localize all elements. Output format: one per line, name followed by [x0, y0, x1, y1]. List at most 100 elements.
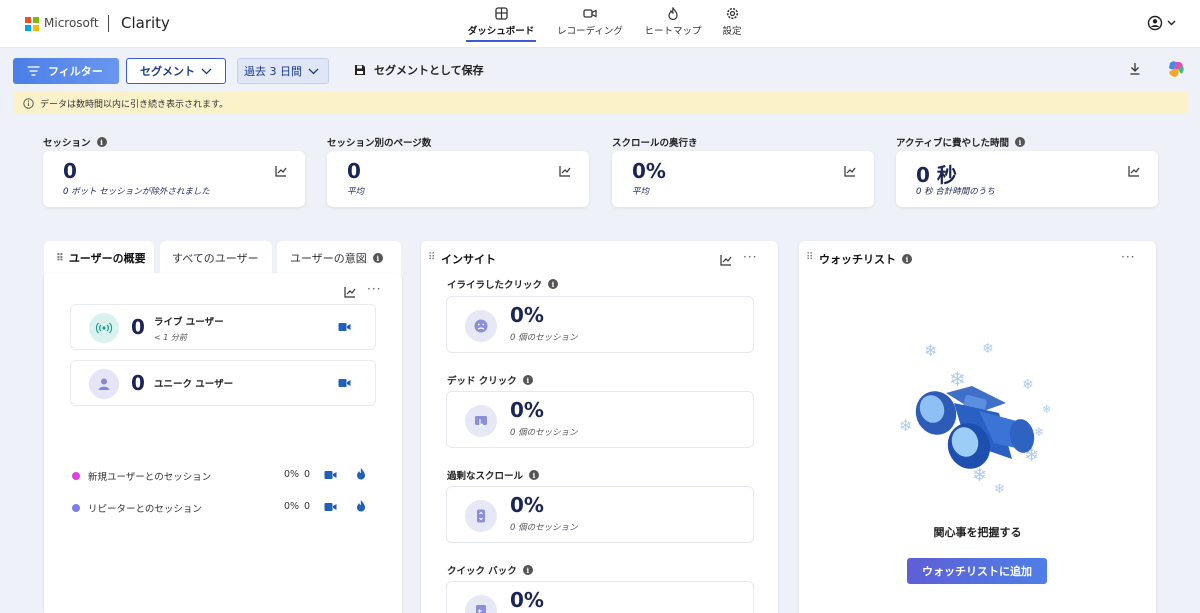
chart-icon[interactable] [559, 165, 571, 177]
more-options-icon[interactable]: ··· [1121, 250, 1135, 264]
brand-divider [108, 15, 109, 32]
date-range-dropdown[interactable]: 過去 3 日間 [237, 58, 329, 84]
insight-card-rage-clicks[interactable]: 0% 0 個のセッション [446, 296, 754, 353]
nav-dashboard-label: ダッシュボード [467, 26, 535, 37]
more-options-icon[interactable]: ··· [367, 282, 381, 296]
row-count: 0 [304, 501, 311, 512]
watchlist-title: ウォッチリスト [819, 253, 896, 266]
drag-handle-icon[interactable]: ⠿ [428, 252, 435, 263]
scroll-icon [465, 500, 497, 532]
svg-text:❄: ❄ [1022, 377, 1034, 393]
nav-dashboard[interactable]: ダッシュボード [466, 7, 536, 42]
account-menu[interactable] [1147, 15, 1177, 34]
save-segment-button[interactable]: セグメントとして保存 [354, 62, 484, 78]
download-button[interactable] [1129, 62, 1141, 78]
company-name: Microsoft [44, 16, 99, 30]
top-bar: Microsoft Clarity ダッシュボード レコーディング ヒートマップ… [0, 0, 1200, 48]
info-icon[interactable]: i [372, 253, 383, 263]
app-name: Clarity [121, 14, 170, 32]
gear-icon [726, 7, 738, 20]
insight-sub: 0 個のセッション [510, 428, 578, 438]
svg-text:❄: ❄ [924, 341, 937, 360]
info-icon[interactable]: i [548, 279, 559, 289]
chart-icon[interactable] [275, 165, 287, 177]
info-banner: データは数時間以内に引き続き表示されます。 [13, 92, 1187, 114]
stat-card-active-time: 0 秒 0 秒 合計時間のうち [896, 151, 1158, 207]
svg-text:❄: ❄ [1042, 403, 1051, 416]
stat-card-sessions: 0 0 ボット セッションが除外されました [43, 151, 305, 207]
stat-value: 0 [63, 159, 77, 183]
insight-card-excessive-scroll[interactable]: 0% 0 個のセッション [446, 486, 754, 543]
copilot-icon[interactable] [1166, 59, 1186, 79]
stat-card-pages-per-session: 0 平均 [327, 151, 589, 207]
segment-label: セグメント [140, 65, 195, 78]
insight-value: 0% [510, 398, 544, 422]
row-label: リピーターとのセッション [88, 504, 202, 515]
video-icon[interactable] [324, 470, 337, 480]
svg-text:❄: ❄ [899, 416, 912, 435]
nav-recordings-label: レコーディング [557, 26, 623, 37]
insight-sub: 0 個のセッション [510, 333, 578, 343]
info-icon[interactable]: i [1014, 137, 1025, 147]
chart-icon[interactable] [344, 286, 356, 298]
insight-label-quick-back: クイック バック i [447, 563, 533, 577]
drag-handle-icon[interactable]: ⠿ [56, 253, 64, 264]
drag-handle-icon[interactable]: ⠿ [806, 252, 813, 263]
chevron-down-icon [308, 68, 319, 74]
chevron-down-icon [201, 68, 212, 74]
live-users-value: 0 [131, 315, 145, 339]
unique-users-card: 0 ユニーク ユーザー [70, 360, 376, 406]
row-pct: 0% [284, 469, 300, 480]
banner-text: データは数時間以内に引き続き表示されます。 [40, 99, 229, 110]
stat-subtext: 0 ボット セッションが除外されました [63, 187, 210, 197]
add-to-watchlist-button[interactable]: ウォッチリストに追加 [907, 558, 1047, 584]
person-icon [89, 369, 119, 399]
nav-settings[interactable]: 設定 [719, 7, 745, 37]
row-count: 0 [304, 469, 311, 480]
insight-card-quick-back[interactable]: 0% [446, 581, 754, 613]
more-options-icon[interactable]: ··· [743, 250, 757, 264]
info-icon[interactable]: i [96, 137, 107, 147]
info-icon[interactable]: i [529, 470, 540, 480]
tab-all-users[interactable]: すべてのユーザー [160, 241, 272, 275]
flame-icon[interactable] [356, 499, 366, 512]
insight-sub: 0 個のセッション [510, 523, 578, 533]
insight-value: 0% [510, 588, 544, 612]
stat-subtext: 平均 [347, 187, 365, 197]
stat-label-active-time: アクティブに費やした時間 i [896, 135, 1025, 149]
save-icon [355, 65, 365, 75]
info-icon[interactable]: i [522, 565, 533, 575]
stat-value: 0 秒 [916, 163, 957, 187]
video-icon[interactable] [338, 378, 351, 388]
tab-user-overview[interactable]: ⠿ ユーザーの概要 [44, 241, 154, 275]
chart-icon[interactable] [844, 165, 856, 177]
binoculars-illustration: ❄ ❄ ❄ ❄ ❄ ❄ ❄ ❄ ❄ ❄ [899, 341, 1051, 497]
filter-label: フィルター [48, 65, 103, 78]
insights-title: インサイト [441, 253, 496, 266]
nav-active-underline [466, 40, 536, 42]
insight-value: 0% [510, 493, 544, 517]
info-icon[interactable]: i [522, 375, 533, 385]
chart-icon[interactable] [720, 254, 732, 266]
save-segment-label: セグメントとして保存 [374, 64, 484, 77]
stat-label-pages-per-session: セッション別のページ数 [327, 138, 432, 149]
nav-heatmaps[interactable]: ヒートマップ [642, 7, 704, 37]
watchlist-caption: 関心事を把握する [933, 526, 1022, 539]
insight-card-dead-clicks[interactable]: 0% 0 個のセッション [446, 391, 754, 448]
tab-user-intent[interactable]: ユーザーの意図 i [277, 241, 401, 275]
segment-dropdown[interactable]: セグメント [126, 58, 226, 84]
unique-users-label: ユニーク ユーザー [154, 379, 234, 390]
dashboard-icon [494, 7, 508, 20]
video-icon[interactable] [338, 322, 351, 332]
chart-icon[interactable] [1128, 165, 1140, 177]
nav-settings-label: 設定 [722, 26, 742, 37]
flame-icon[interactable] [356, 467, 366, 480]
video-icon[interactable] [324, 502, 337, 512]
stat-label-scroll-depth: スクロールの奥行き [612, 138, 698, 149]
download-icon [1130, 63, 1140, 75]
users-panel: ··· 0 ライブ ユーザー < 1 分前 0 ユニーク ユーザー 新規ユーザー… [44, 273, 402, 613]
frown-face-icon [465, 310, 497, 342]
nav-recordings[interactable]: レコーディング [555, 7, 625, 37]
info-icon[interactable]: i [902, 254, 912, 264]
filter-button[interactable]: フィルター [13, 58, 119, 84]
